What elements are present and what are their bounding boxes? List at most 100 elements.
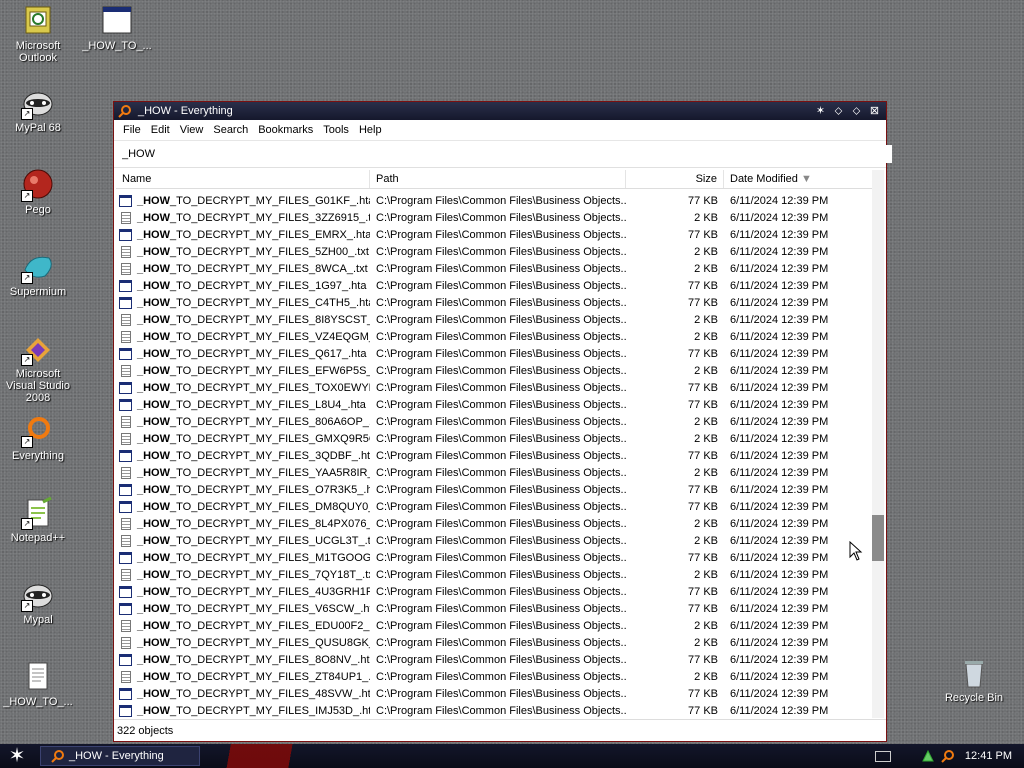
cell-date: 6/11/2024 12:39 PM <box>730 347 829 360</box>
start-button[interactable]: ✶ <box>4 746 30 766</box>
table-row[interactable]: _HOW_TO_DECRYPT_MY_FILES_3ZZ6915_.txt C:\… <box>116 209 876 226</box>
file-name: _HOW_TO_DECRYPT_MY_FILES_G01KF_.hta <box>137 194 370 207</box>
table-row[interactable]: _HOW_TO_DECRYPT_MY_FILES_3QDBF_.hta C:\Pr… <box>116 447 876 464</box>
desktop-icon-mypal[interactable]: ↗ Mypal <box>0 578 76 626</box>
desktop-icon-everything[interactable]: ↗ Everything <box>0 414 76 462</box>
menu-search[interactable]: Search <box>208 124 253 136</box>
file-name: _HOW_TO_DECRYPT_MY_FILES_48SVW_.hta <box>137 687 370 700</box>
desktop-icon-outlook[interactable]: Microsoft Outlook <box>0 4 76 64</box>
table-row[interactable]: _HOW_TO_DECRYPT_MY_FILES_8L4PX076_... C:\… <box>116 515 876 532</box>
keyboard-icon[interactable] <box>874 750 891 762</box>
title-bar[interactable]: _HOW - Everything ✶ ⬦ ⬦ ⊠ <box>114 102 886 120</box>
table-row[interactable]: _HOW_TO_DECRYPT_MY_FILES_8WCA_.txt C:\Pro… <box>116 260 876 277</box>
cell-date: 6/11/2024 12:39 PM <box>730 279 829 292</box>
text-file-icon <box>121 262 131 275</box>
file-name: _HOW_TO_DECRYPT_MY_FILES_8I8YSCST_... <box>137 313 370 326</box>
column-date-header[interactable]: Date Modified ▼ <box>724 170 876 188</box>
table-row[interactable]: _HOW_TO_DECRYPT_MY_FILES_EMRX_.hta C:\Pro… <box>116 226 876 243</box>
table-row[interactable]: _HOW_TO_DECRYPT_MY_FILES_7QY18T_.txt C:\P… <box>116 566 876 583</box>
table-row[interactable]: _HOW_TO_DECRYPT_MY_FILES_V6SCW_.hta C:\Pr… <box>116 600 876 617</box>
table-row[interactable]: _HOW_TO_DECRYPT_MY_FILES_DM8QUY0_... C:\P… <box>116 498 876 515</box>
table-row[interactable]: _HOW_TO_DECRYPT_MY_FILES_UCGL3T_.txt C:\P… <box>116 532 876 549</box>
desktop-icon-label: _HOW_TO_... <box>3 696 73 708</box>
column-size-header[interactable]: Size <box>626 170 724 188</box>
desktop-icon-supermium[interactable]: ↗ Supermium <box>0 250 76 298</box>
table-row[interactable]: _HOW_TO_DECRYPT_MY_FILES_O7R3K5_.hta C:\P… <box>116 481 876 498</box>
column-path-header[interactable]: Path <box>370 170 626 188</box>
close-button[interactable]: ⊠ <box>867 104 882 118</box>
desktop-icon-how-to-txt[interactable]: _HOW_TO_... <box>0 660 76 708</box>
desktop-icon-recycle-bin[interactable]: Recycle Bin <box>936 656 1012 704</box>
everything-tray-icon[interactable] <box>941 749 955 763</box>
desktop-icon-how-to-file[interactable]: _HOW_TO_... <box>79 4 155 52</box>
text-file-icon <box>121 364 131 377</box>
desktop-icon-visual-studio[interactable]: ↗ Microsoft Visual Studio 2008 <box>0 332 76 404</box>
network-icon[interactable] <box>921 749 935 763</box>
vertical-scrollbar[interactable] <box>872 170 884 718</box>
cell-name: _HOW_TO_DECRYPT_MY_FILES_8I8YSCST_... <box>116 313 370 326</box>
file-name: _HOW_TO_DECRYPT_MY_FILES_7QY18T_.txt <box>137 568 370 581</box>
table-row[interactable]: _HOW_TO_DECRYPT_MY_FILES_QUSU8GK_... C:\P… <box>116 634 876 651</box>
table-row[interactable]: _HOW_TO_DECRYPT_MY_FILES_806A6OP_... C:\P… <box>116 413 876 430</box>
table-row[interactable]: _HOW_TO_DECRYPT_MY_FILES_TOX0EWYB... C:\P… <box>116 379 876 396</box>
table-row[interactable]: _HOW_TO_DECRYPT_MY_FILES_8O8NV_.hta C:\Pr… <box>116 651 876 668</box>
shortcut-arrow-icon: ↗ <box>21 108 33 120</box>
cell-date: 6/11/2024 12:39 PM <box>730 415 829 428</box>
cell-path: C:\Program Files\Common Files\Business O… <box>376 483 626 496</box>
desktop-icon-notepadpp[interactable]: ↗ Notepad++ <box>0 496 76 544</box>
cell-name: _HOW_TO_DECRYPT_MY_FILES_806A6OP_... <box>116 415 370 428</box>
clock[interactable]: 12:41 PM <box>965 750 1012 762</box>
desktop-icon-pego[interactable]: ↗ Pego <box>0 168 76 216</box>
taskbar-button-everything[interactable]: _HOW - Everything <box>40 746 200 766</box>
cell-size: 2 KB <box>694 517 718 530</box>
menu-help[interactable]: Help <box>354 124 387 136</box>
sort-descending-icon: ▼ <box>800 173 812 185</box>
cell-size: 77 KB <box>688 500 718 513</box>
menu-tools[interactable]: Tools <box>318 124 354 136</box>
search-input[interactable] <box>116 145 892 163</box>
table-row[interactable]: _HOW_TO_DECRYPT_MY_FILES_1G97_.hta C:\Pro… <box>116 277 876 294</box>
shortcut-arrow-icon: ↗ <box>21 518 33 530</box>
desktop-icon-mypal68[interactable]: ↗ MyPal 68 <box>0 86 76 134</box>
table-row[interactable]: _HOW_TO_DECRYPT_MY_FILES_EFW6P5S_... C:\P… <box>116 362 876 379</box>
scrollbar-thumb[interactable] <box>872 515 884 561</box>
cell-date: 6/11/2024 12:39 PM <box>730 687 829 700</box>
text-file-icon <box>121 313 131 326</box>
minimize-button[interactable]: ⬦ <box>831 104 846 118</box>
cell-date: 6/11/2024 12:39 PM <box>730 483 829 496</box>
table-row[interactable]: _HOW_TO_DECRYPT_MY_FILES_4U3GRH1F... C:\P… <box>116 583 876 600</box>
table-row[interactable]: _HOW_TO_DECRYPT_MY_FILES_L8U4_.hta C:\Pro… <box>116 396 876 413</box>
cell-date: 6/11/2024 12:39 PM <box>730 585 829 598</box>
file-name: _HOW_TO_DECRYPT_MY_FILES_V6SCW_.hta <box>137 602 370 615</box>
column-name-header[interactable]: Name <box>116 170 370 188</box>
taskbar-decoration <box>200 744 350 768</box>
table-row[interactable]: _HOW_TO_DECRYPT_MY_FILES_GMXQ9R5Q... C:\P… <box>116 430 876 447</box>
menu-file[interactable]: File <box>118 124 146 136</box>
table-row[interactable]: _HOW_TO_DECRYPT_MY_FILES_G01KF_.hta C:\Pr… <box>116 192 876 209</box>
hta-file-icon <box>119 398 132 411</box>
table-row[interactable]: _HOW_TO_DECRYPT_MY_FILES_VZ4EQGM_... C:\P… <box>116 328 876 345</box>
menu-bookmarks[interactable]: Bookmarks <box>253 124 318 136</box>
text-file-icon <box>121 245 131 258</box>
table-row[interactable]: _HOW_TO_DECRYPT_MY_FILES_C4TH5_.hta C:\Pr… <box>116 294 876 311</box>
cell-size: 77 KB <box>688 228 718 241</box>
table-row[interactable]: _HOW_TO_DECRYPT_MY_FILES_YAA5R8IR_... C:\… <box>116 464 876 481</box>
table-row[interactable]: _HOW_TO_DECRYPT_MY_FILES_IMJ53D_.hta C:\P… <box>116 702 876 719</box>
cell-path: C:\Program Files\Common Files\Business O… <box>376 228 626 241</box>
cell-name: _HOW_TO_DECRYPT_MY_FILES_EFW6P5S_... <box>116 364 370 377</box>
table-row[interactable]: _HOW_TO_DECRYPT_MY_FILES_48SVW_.hta C:\Pr… <box>116 685 876 702</box>
table-row[interactable]: _HOW_TO_DECRYPT_MY_FILES_8I8YSCST_... C:\… <box>116 311 876 328</box>
file-name: _HOW_TO_DECRYPT_MY_FILES_M1TGOOG0... <box>137 551 370 564</box>
menu-edit[interactable]: Edit <box>146 124 175 136</box>
table-row[interactable]: _HOW_TO_DECRYPT_MY_FILES_Q617_.hta C:\Pro… <box>116 345 876 362</box>
cell-size: 2 KB <box>694 262 718 275</box>
menu-view[interactable]: View <box>175 124 209 136</box>
cell-path: C:\Program Files\Common Files\Business O… <box>376 347 626 360</box>
table-row[interactable]: _HOW_TO_DECRYPT_MY_FILES_M1TGOOG0... C:\P… <box>116 549 876 566</box>
pin-icon[interactable]: ✶ <box>813 104 828 118</box>
maximize-button[interactable]: ⬦ <box>849 104 864 118</box>
table-row[interactable]: _HOW_TO_DECRYPT_MY_FILES_EDU00F2_.txt C:\… <box>116 617 876 634</box>
table-row[interactable]: _HOW_TO_DECRYPT_MY_FILES_ZT84UP1_.txt C:\… <box>116 668 876 685</box>
table-row[interactable]: _HOW_TO_DECRYPT_MY_FILES_5ZH00_.txt C:\Pr… <box>116 243 876 260</box>
cell-path: C:\Program Files\Common Files\Business O… <box>376 398 626 411</box>
